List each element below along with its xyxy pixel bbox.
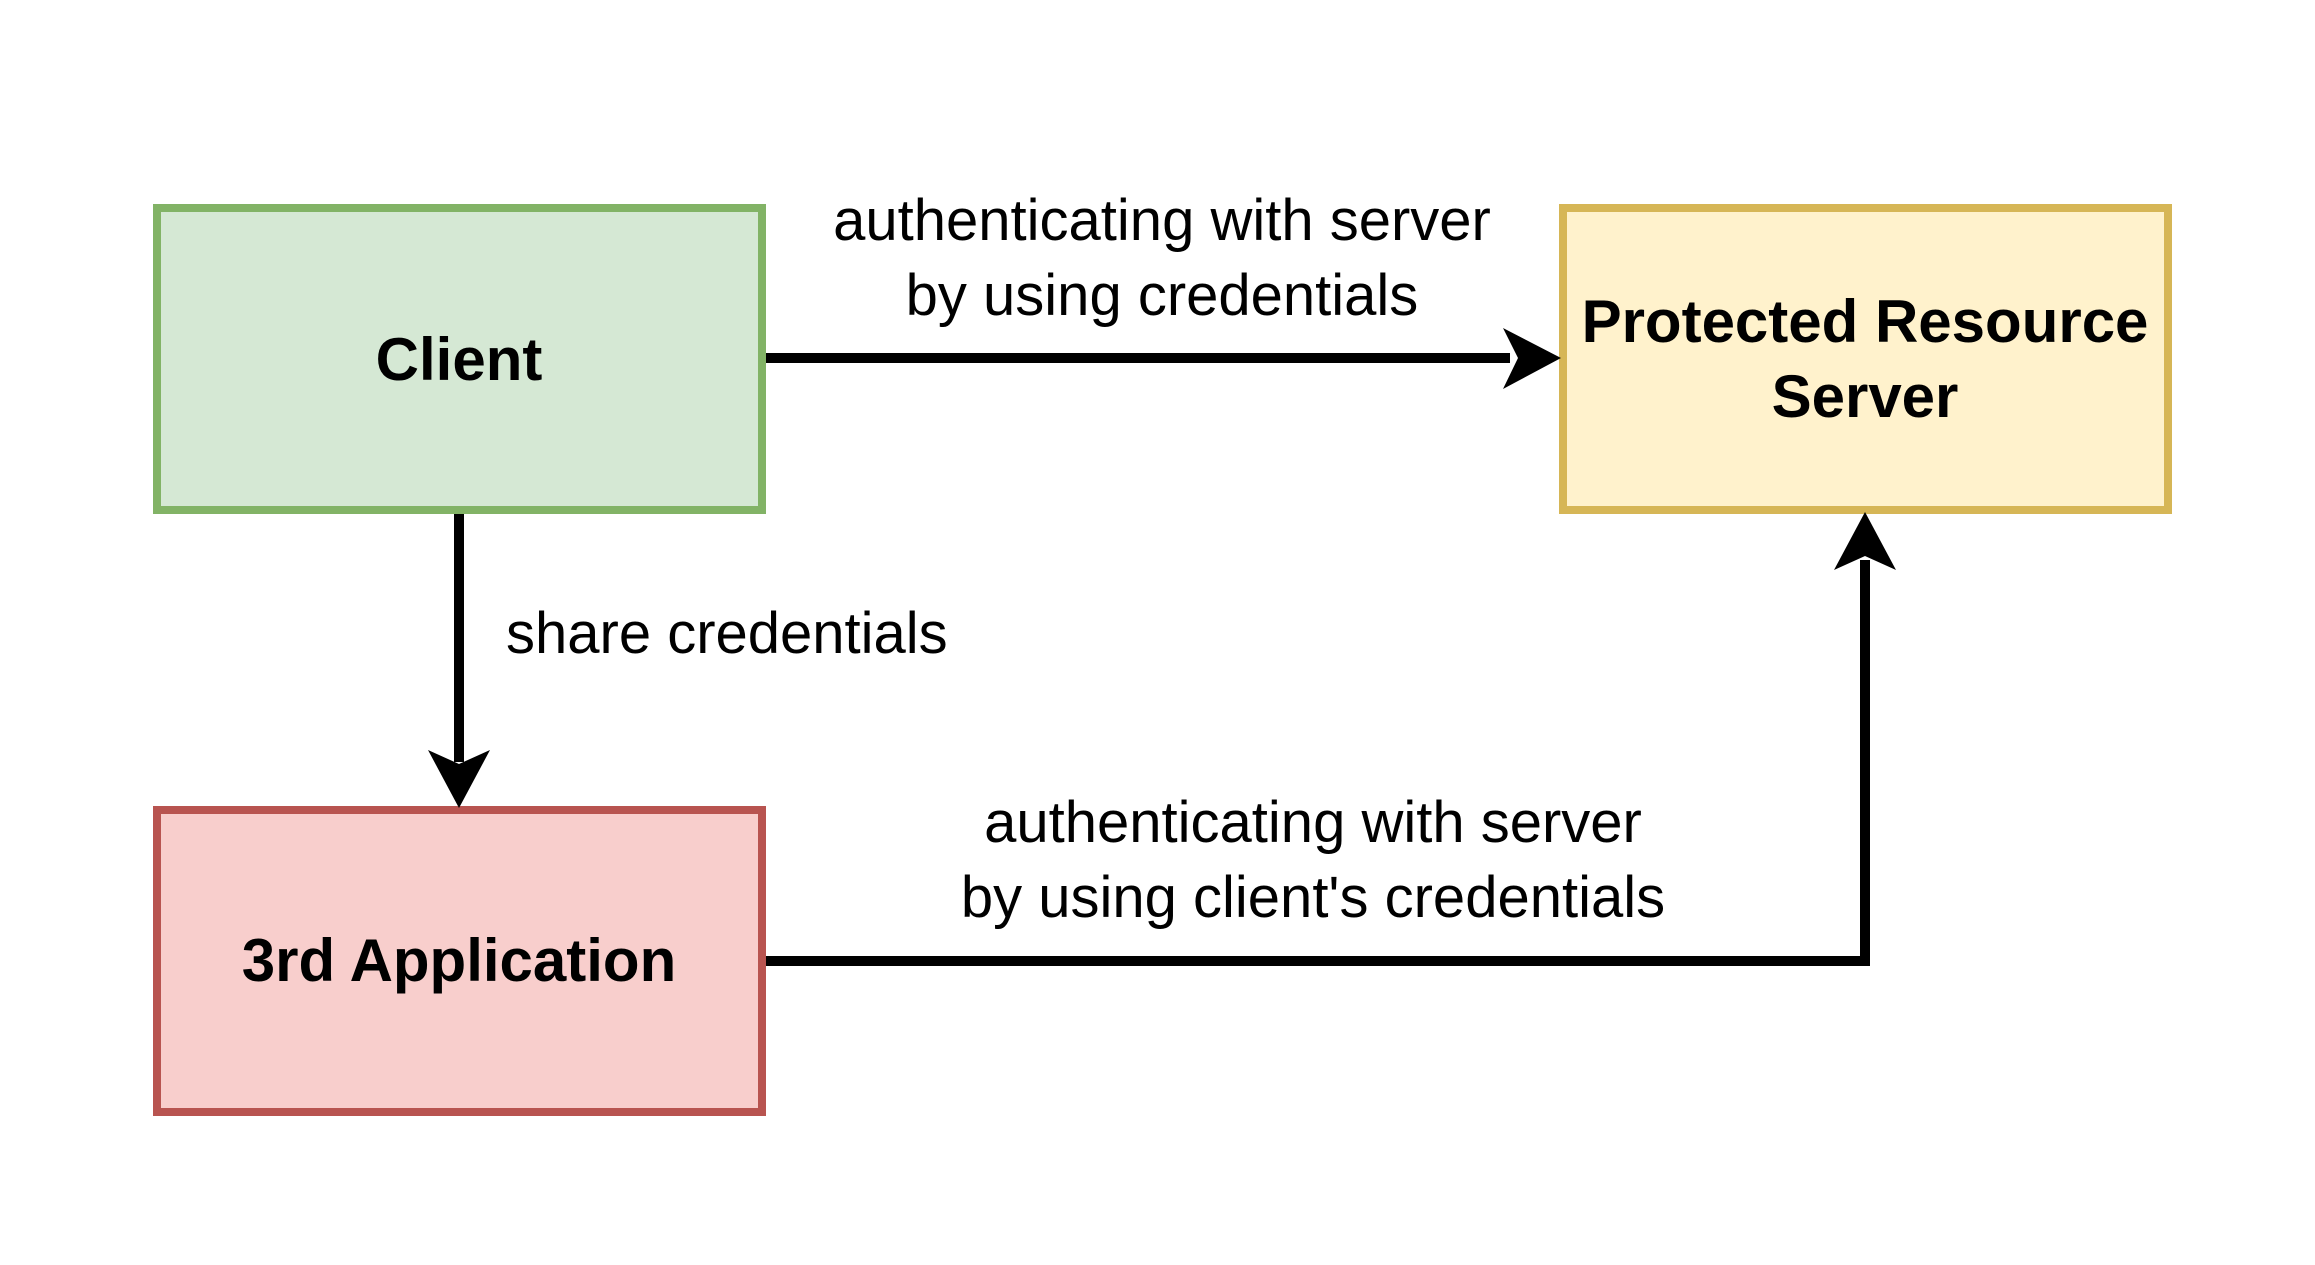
protected-resource-server-box[interactable] xyxy=(1559,204,2172,514)
protected-resource-server-node[interactable]: Protected Resource Server xyxy=(1559,204,2172,514)
third-application-node[interactable]: 3rd Application xyxy=(153,806,766,1116)
server-label-line2: Server xyxy=(1772,363,1959,430)
edge-client-to-third-application: share credentials xyxy=(428,514,948,808)
client-server-label-line1: authenticating with server xyxy=(833,188,1491,253)
edge-client-to-server: authenticating with server by using cred… xyxy=(766,188,1561,389)
third-server-label-line1: authenticating with server xyxy=(984,790,1642,855)
client-node[interactable]: Client xyxy=(153,204,766,514)
server-label-line1: Protected Resource xyxy=(1582,288,2149,355)
third-server-label-line2: by using client's credentials xyxy=(961,865,1665,930)
third-application-label: 3rd Application xyxy=(242,927,676,994)
share-credentials-label: share credentials xyxy=(506,601,948,666)
client-server-label-line2: by using credentials xyxy=(906,263,1419,328)
flow-diagram: Client Protected Resource Server 3rd App… xyxy=(153,188,2172,1116)
client-label: Client xyxy=(376,326,543,393)
arrowhead-right xyxy=(1503,328,1561,389)
edge-third-application-to-server: authenticating with server by using clie… xyxy=(766,512,1896,966)
